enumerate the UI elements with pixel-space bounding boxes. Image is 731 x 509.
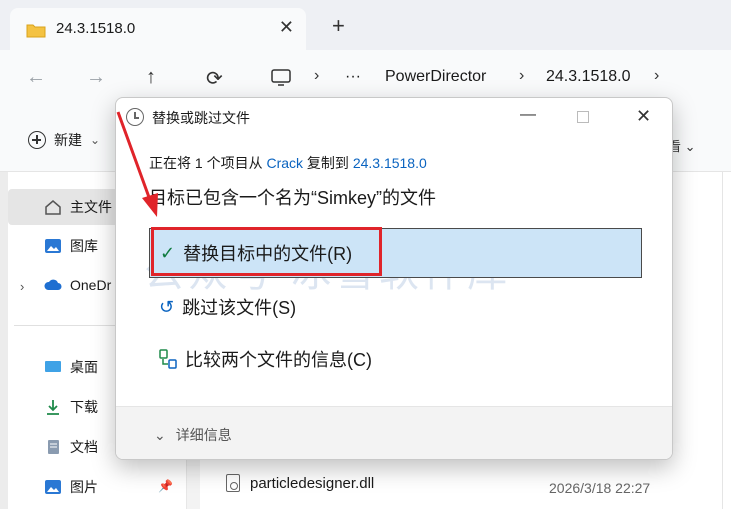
conflict-message: 目标已包含一个名为“Simkey”的文件	[149, 188, 436, 208]
chevron-down-icon: ⌄	[90, 133, 101, 147]
details-toggle[interactable]: ⌄ 详细信息	[154, 425, 232, 445]
dialog-titlebar[interactable]: 替换或跳过文件 — ✕	[116, 98, 672, 136]
sidebar-item-pictures[interactable]: 图片	[44, 477, 98, 497]
skip-icon: ↺	[159, 296, 175, 317]
replace-option[interactable]: ✓ 替换目标中的文件(R)	[149, 228, 642, 278]
tab-title: 24.3.1518.0	[56, 20, 136, 37]
skip-option-label: 跳过该文件(S)	[182, 298, 297, 318]
tab-current[interactable]: 24.3.1518.0 ✕	[10, 8, 306, 50]
sidebar-item-downloads[interactable]: 下载	[44, 397, 98, 417]
gallery-icon	[45, 239, 61, 253]
up-arrow-icon[interactable]: ↑	[146, 66, 156, 89]
window-edge	[0, 172, 8, 509]
dll-file-icon	[226, 474, 240, 492]
new-button-label: 新建	[54, 132, 82, 148]
sidebar-item-label: 桌面	[70, 359, 98, 375]
sidebar-item-onedrive[interactable]: OneDr	[44, 277, 111, 293]
new-tab-button[interactable]: +	[332, 15, 345, 37]
pin-icon[interactable]: 📌	[158, 479, 173, 493]
sidebar-item-label: 文档	[70, 439, 98, 455]
back-arrow-icon[interactable]: ←	[26, 66, 46, 89]
sidebar-item-label: 图库	[70, 238, 98, 254]
breadcrumb-separator: ›	[654, 67, 660, 84]
sidebar-item-desktop[interactable]: 桌面	[44, 357, 98, 377]
tab-bar: 24.3.1518.0 ✕ +	[0, 0, 731, 50]
sidebar-item-documents[interactable]: 文档	[44, 437, 98, 457]
replace-or-skip-dialog: 替换或跳过文件 — ✕ 正在将 1 个项目从 Crack 复制到 24.3.15…	[115, 97, 673, 460]
file-name: particledesigner.dll	[250, 474, 375, 492]
compare-option[interactable]: 比较两个文件的信息(C)	[149, 334, 642, 384]
file-date: 2026/3/18 22:27	[549, 480, 651, 496]
check-icon: ✓	[160, 242, 176, 263]
sidebar-item-label: OneDr	[70, 277, 112, 293]
forward-arrow-icon[interactable]: →	[86, 66, 106, 89]
desktop-icon	[45, 361, 61, 372]
document-icon	[48, 440, 59, 454]
list-item[interactable]: particledesigner.dll	[226, 474, 374, 492]
computer-icon[interactable]	[271, 69, 291, 87]
breadcrumb-powerdirector[interactable]: PowerDirector	[385, 68, 486, 86]
compare-icon	[159, 349, 177, 369]
skip-option[interactable]: ↺ 跳过该文件(S)	[149, 282, 642, 332]
home-icon	[45, 200, 61, 215]
replace-option-label: 替换目标中的文件(R)	[183, 244, 353, 264]
sidebar-item-label: 图片	[70, 479, 98, 495]
compare-option-label: 比较两个文件的信息(C)	[185, 350, 372, 370]
copy-status-prefix: 正在将 1 个项目从	[149, 155, 267, 171]
dialog-footer: ⌄ 详细信息	[116, 406, 672, 459]
breadcrumb-separator: ›	[314, 67, 320, 84]
refresh-icon[interactable]: ⟳	[206, 66, 223, 91]
download-icon	[47, 400, 59, 415]
tab-close-icon[interactable]: ✕	[279, 17, 294, 38]
source-folder-link[interactable]: Crack	[266, 155, 303, 171]
minimize-button[interactable]: —	[520, 106, 536, 124]
details-label: 详细信息	[175, 427, 232, 443]
plus-icon	[28, 131, 46, 149]
clock-icon	[126, 108, 144, 126]
copy-status-text: 正在将 1 个项目从 Crack 复制到 24.3.1518.0	[149, 153, 427, 173]
breadcrumb-version[interactable]: 24.3.1518.0	[546, 68, 631, 86]
folder-icon	[26, 24, 46, 38]
destination-folder-link[interactable]: 24.3.1518.0	[353, 155, 427, 171]
breadcrumb-separator: ›	[519, 67, 525, 84]
sidebar-item-label: 主文件	[70, 199, 112, 215]
dialog-title: 替换或跳过文件	[152, 110, 250, 126]
sidebar-item-gallery[interactable]: 图库	[44, 236, 98, 256]
breadcrumb-more[interactable]: ···	[345, 68, 361, 86]
close-button[interactable]: ✕	[636, 106, 651, 127]
pictures-icon	[45, 480, 61, 494]
sidebar-item-label: 下载	[70, 399, 98, 415]
new-button[interactable]: 新建 ⌄	[28, 130, 100, 150]
expand-chevron-icon[interactable]: ›	[20, 279, 24, 294]
chevron-down-icon: ⌄	[154, 426, 166, 443]
maximize-button	[577, 111, 589, 123]
column-divider	[722, 172, 723, 509]
copy-status-middle: 复制到	[303, 155, 353, 171]
cloud-icon	[44, 279, 62, 290]
